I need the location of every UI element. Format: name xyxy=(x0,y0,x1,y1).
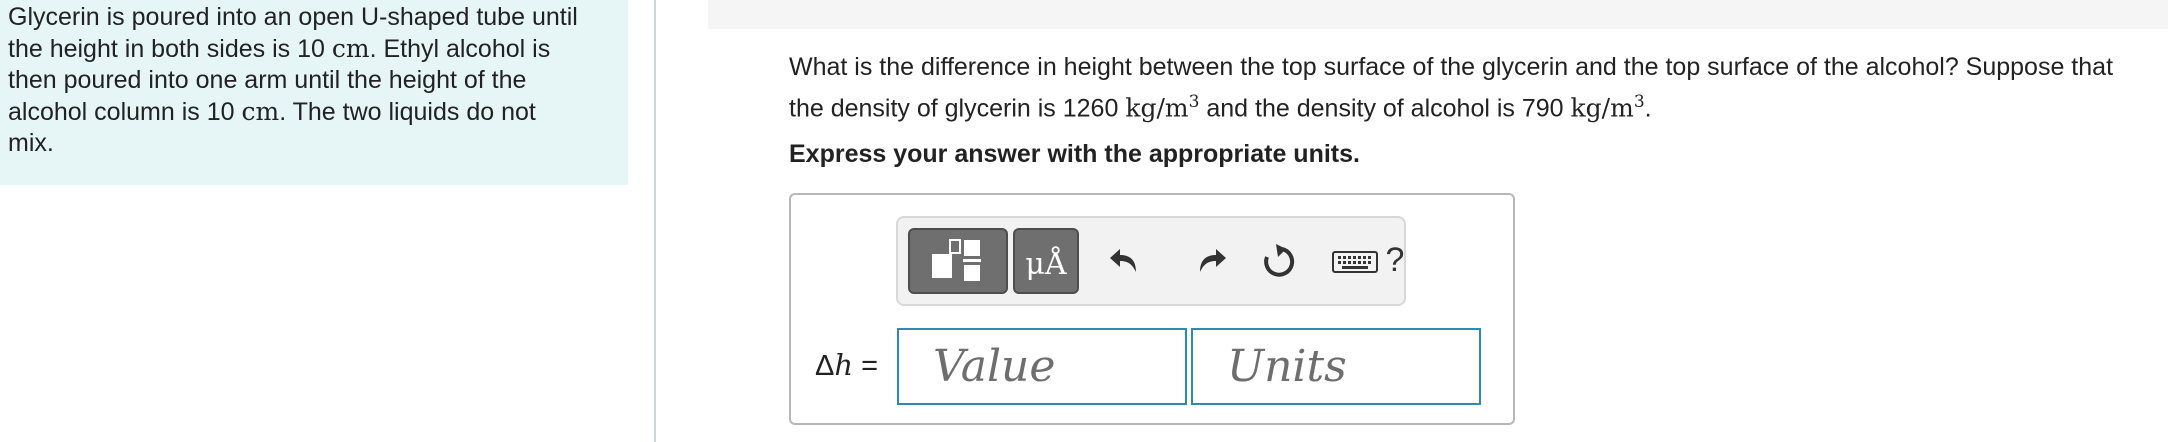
math-toolbar: μÅ ? xyxy=(896,216,1406,306)
panel-divider xyxy=(654,0,656,442)
help-button[interactable]: ? xyxy=(1378,238,1412,282)
help-label: ? xyxy=(1385,240,1405,279)
question-line-1: What is the difference in height between… xyxy=(789,53,2114,81)
question-line-2: the density of glycerin is 1260 kg/m3 an… xyxy=(789,92,1652,123)
value-input[interactable] xyxy=(899,330,1185,403)
units-input[interactable] xyxy=(1193,330,1479,403)
units-field[interactable] xyxy=(1191,328,1481,405)
units-label: μÅ xyxy=(1025,246,1067,282)
answer-box: μÅ ? Δh = xyxy=(789,193,1515,425)
templates-button[interactable] xyxy=(908,228,1008,294)
templates-icon xyxy=(932,239,981,281)
redo-icon[interactable] xyxy=(1186,238,1230,282)
question-text: What is the difference in height between… xyxy=(789,50,2168,126)
reset-icon[interactable] xyxy=(1256,238,1300,282)
units-button[interactable]: μÅ xyxy=(1013,228,1079,294)
problem-statement-panel: Glycerin is poured into an open U-shaped… xyxy=(0,0,628,185)
variable-label: Δh = xyxy=(815,348,879,382)
keyboard-icon[interactable] xyxy=(1330,238,1380,282)
value-field[interactable] xyxy=(897,328,1187,405)
answer-instruction: Express your answer with the appropriate… xyxy=(789,140,1360,168)
undo-icon[interactable] xyxy=(1106,238,1150,282)
problem-statement: Glycerin is poured into an open U-shaped… xyxy=(8,3,578,157)
top-strip xyxy=(708,0,2168,29)
